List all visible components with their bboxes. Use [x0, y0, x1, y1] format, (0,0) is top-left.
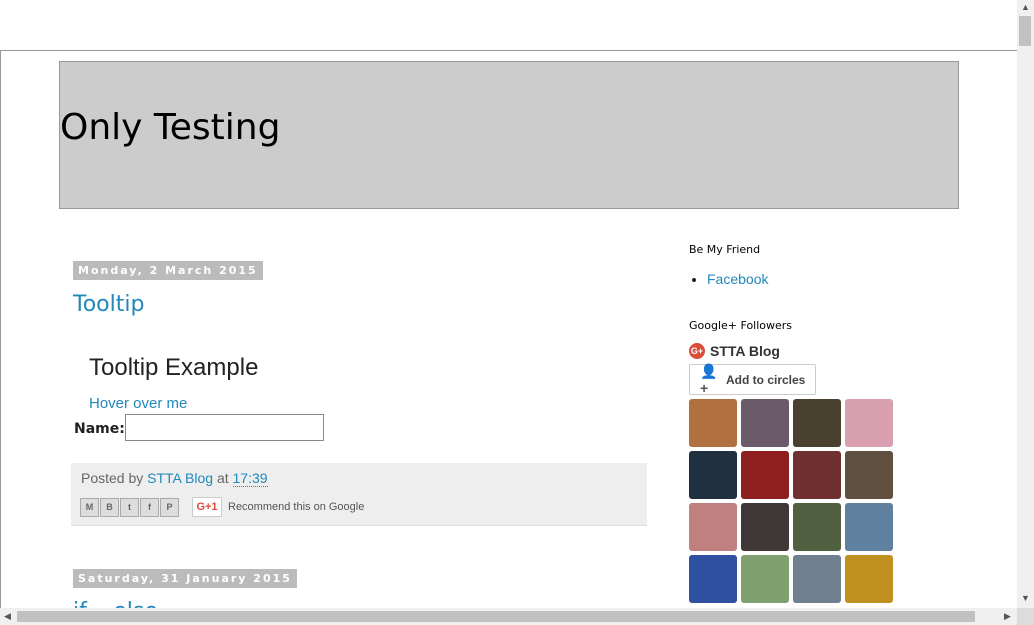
- posted-by-prefix: Posted by: [81, 470, 144, 486]
- follower-avatar[interactable]: [793, 503, 841, 551]
- gplus-one-button[interactable]: G+1: [192, 497, 222, 517]
- follower-avatar[interactable]: [793, 451, 841, 499]
- blog-page: Only Testing Monday, 2 March 2015 Toolti…: [0, 50, 1017, 609]
- friend-links: Facebook: [689, 271, 768, 287]
- follower-avatar[interactable]: [793, 555, 841, 603]
- author-link[interactable]: STTA Blog: [147, 470, 213, 486]
- add-circles-label: Add to circles: [726, 372, 806, 387]
- gplus-icon: G+: [689, 343, 705, 359]
- name-input[interactable]: [125, 414, 324, 441]
- post-footer: Posted by STTA Blog at 17:39 M B t f P G…: [71, 463, 647, 526]
- vertical-scroll-thumb[interactable]: [1019, 16, 1031, 46]
- follower-avatar[interactable]: [845, 503, 893, 551]
- blog-title[interactable]: Only Testing: [60, 106, 280, 150]
- facebook-share-icon[interactable]: f: [140, 497, 159, 517]
- add-to-circles-button[interactable]: 👤+ Add to circles: [689, 363, 816, 396]
- pinterest-share-icon[interactable]: P: [160, 497, 179, 517]
- follower-avatar[interactable]: [689, 399, 737, 447]
- scroll-right-icon[interactable]: ▶: [1004, 611, 1011, 622]
- follower-avatar[interactable]: [793, 399, 841, 447]
- follower-avatars: [689, 399, 899, 603]
- posted-by-line: Posted by STTA Blog at 17:39: [81, 470, 268, 487]
- follower-avatar[interactable]: [845, 399, 893, 447]
- blog-header: Only Testing: [59, 61, 959, 209]
- blogger-share-icon[interactable]: B: [100, 497, 119, 517]
- follower-avatar[interactable]: [845, 451, 893, 499]
- follower-avatar[interactable]: [741, 503, 789, 551]
- facebook-link[interactable]: Facebook: [707, 271, 768, 287]
- vertical-scrollbar[interactable]: ▲ ▼: [1017, 0, 1034, 608]
- gplus-page-name: STTA Blog: [710, 343, 780, 359]
- horizontal-scroll-thumb[interactable]: [17, 611, 975, 622]
- share-buttons: M B t f P G+1 Recommend this on Google: [80, 497, 364, 517]
- hover-link[interactable]: Hover over me: [89, 395, 187, 412]
- recommend-text: Recommend this on Google: [228, 501, 365, 513]
- follower-avatar[interactable]: [845, 555, 893, 603]
- follower-avatar[interactable]: [741, 451, 789, 499]
- posted-at-word: at: [216, 470, 229, 486]
- follower-avatar[interactable]: [741, 399, 789, 447]
- gplus-page[interactable]: G+ STTA Blog: [689, 343, 780, 359]
- post-date-header: Monday, 2 March 2015: [73, 261, 263, 280]
- follower-avatar[interactable]: [689, 503, 737, 551]
- post-body-heading: Tooltip Example: [89, 354, 259, 381]
- post-title[interactable]: Tooltip: [73, 292, 144, 317]
- post-date-header-2: Saturday, 31 January 2015: [73, 569, 297, 588]
- follower-avatar[interactable]: [689, 555, 737, 603]
- sidebar-followers-title: Google+ Followers: [689, 319, 793, 332]
- horizontal-scrollbar[interactable]: ◀ ▶: [0, 608, 1017, 625]
- sidebar-friend-title: Be My Friend: [689, 243, 761, 256]
- email-share-icon[interactable]: M: [80, 497, 99, 517]
- add-person-icon: 👤+: [700, 363, 718, 396]
- scroll-down-icon[interactable]: ▼: [1021, 593, 1030, 603]
- scrollbar-corner: [1017, 608, 1034, 625]
- scroll-up-icon[interactable]: ▲: [1021, 2, 1030, 12]
- scroll-left-icon[interactable]: ◀: [4, 611, 11, 622]
- twitter-share-icon[interactable]: t: [120, 497, 139, 517]
- follower-avatar[interactable]: [741, 555, 789, 603]
- name-label: Name:: [74, 421, 125, 437]
- post-time-link[interactable]: 17:39: [232, 470, 268, 487]
- follower-avatar[interactable]: [689, 451, 737, 499]
- friend-link-item: Facebook: [707, 271, 768, 287]
